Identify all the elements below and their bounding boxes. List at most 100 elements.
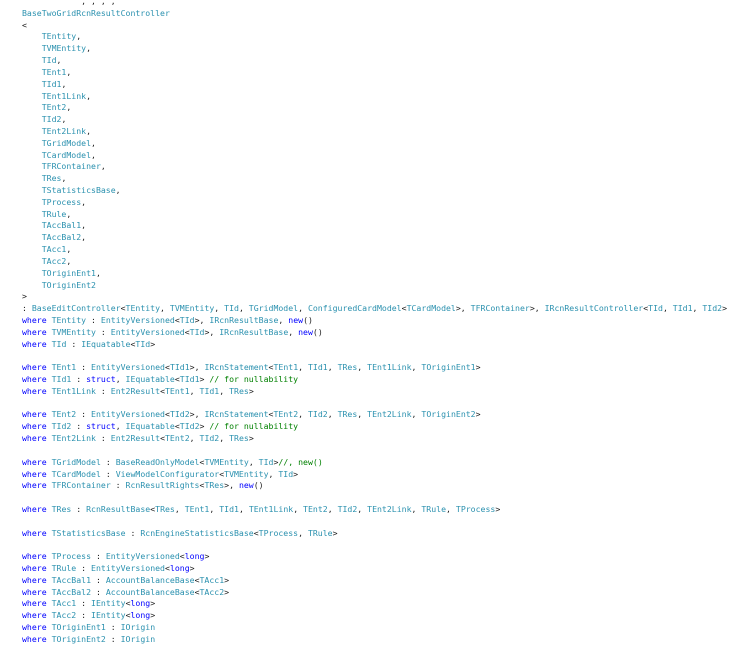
code-line: where TProcess : EntityVersioned<long> <box>0 551 752 563</box>
plain-token: : <box>110 480 126 491</box>
code-line: where TId : IEquatable<TId> <box>0 339 752 351</box>
type-token: TId2 <box>337 503 358 514</box>
plain-token: , <box>214 303 225 314</box>
code-line: TEnt1Link, <box>0 91 752 103</box>
code-line: where TId1 : struct, IEquatable<TId1> //… <box>0 374 752 386</box>
type-token: TAccBal1 <box>51 574 92 585</box>
type-token: IEquatable <box>125 374 175 384</box>
keyword-token: where <box>22 362 47 373</box>
code-line: TOriginEnt1, <box>0 268 752 280</box>
keyword-token: long <box>184 551 205 562</box>
type-token: TRule <box>307 527 333 538</box>
code-line: where TId2 : struct, IEquatable<TId2> //… <box>0 421 752 433</box>
type-token: TAccBal1 <box>41 220 82 231</box>
type-token: TId2 <box>169 409 190 420</box>
plain-token: , <box>411 409 422 420</box>
type-token: TEnt2 <box>273 409 299 420</box>
plain-token: > <box>189 563 195 573</box>
type-token: TId <box>278 468 294 479</box>
plain-token: , <box>76 31 82 42</box>
type-token: TGridModel <box>41 137 92 148</box>
type-token: TGridModel <box>248 303 299 314</box>
type-token: TProcess <box>51 551 92 562</box>
plain-token: : <box>100 456 116 467</box>
type-token: TId2 <box>41 114 62 125</box>
plain-token: , <box>66 66 72 77</box>
plain-token: , <box>86 125 92 136</box>
type-token: TEnt2Link <box>51 433 96 444</box>
type-token: TEnt2 <box>41 102 67 113</box>
code-line: TProcess, <box>0 197 752 209</box>
type-token: IRcnStatement <box>204 409 269 420</box>
keyword-token: long <box>169 563 190 573</box>
type-token: TOriginEnt2 <box>421 409 476 420</box>
code-line: TStatisticsBase, <box>0 185 752 197</box>
plain-token: , <box>357 409 368 420</box>
type-token: TEnt2Link <box>41 125 87 136</box>
type-token: TStatisticsBase <box>41 185 116 195</box>
type-token: TEntity <box>125 303 161 314</box>
code-line: TOriginEnt2 <box>0 280 752 292</box>
type-token: AccountBalanceBase <box>105 586 195 597</box>
keyword-token: long <box>130 610 151 621</box>
type-token: TRule <box>421 503 447 514</box>
type-token: TId <box>189 326 205 337</box>
code-line: TRule, <box>0 209 752 221</box>
type-token: TAcc2 <box>199 586 225 597</box>
type-token: IOrigin <box>120 622 156 633</box>
plain-token: , <box>160 303 170 314</box>
code-line: where TRule : EntityVersioned<long> <box>0 563 752 575</box>
code-line: where TEnt2Link : Ent2Result<TEnt2, TId2… <box>0 433 752 445</box>
plain-token: : <box>105 633 121 644</box>
keyword-token: where <box>22 314 47 325</box>
plain-token: < <box>22 19 27 30</box>
type-token: TEntity <box>41 31 77 42</box>
comment-token: //, new() <box>278 456 323 467</box>
plain-token: , <box>327 362 338 373</box>
keyword-token: where <box>22 563 47 573</box>
code-editor[interactable]: , , , , BaseTwoGridRcnResultController < T… <box>0 0 752 647</box>
type-token: TRes <box>204 480 225 491</box>
type-token: TId <box>258 456 274 467</box>
plain-token: , <box>357 362 368 373</box>
code-line: where TCardModel : ViewModelConfigurator… <box>0 469 752 481</box>
type-token: TFRContainer <box>470 303 530 314</box>
code-line: where TEnt1 : EntityVersioned<TId1>, IRc… <box>0 362 752 374</box>
plain-token: , <box>692 303 703 314</box>
plain-token: , <box>56 55 62 66</box>
type-token: TId1 <box>51 374 72 384</box>
type-token: TEnt1 <box>51 362 77 373</box>
type-token: RcnResultBase <box>86 503 151 514</box>
type-token: ViewModelConfigurator <box>115 468 220 479</box>
code-line: TEnt2, <box>0 102 752 114</box>
plain-token: > <box>722 303 728 314</box>
type-token: TId <box>51 338 67 349</box>
plain-token: , <box>86 90 92 101</box>
plain-token: , <box>248 456 259 467</box>
type-token: TEnt1Link <box>51 385 96 396</box>
plain-token: , <box>66 255 72 266</box>
keyword-token: where <box>22 468 47 479</box>
plain-token: , <box>61 173 67 184</box>
keyword-token: where <box>22 622 47 633</box>
plain-token: > <box>22 291 27 302</box>
code-line: TId2, <box>0 114 752 126</box>
code-line: TAccBal1, <box>0 220 752 232</box>
plain-token: : <box>125 527 141 538</box>
plain-token: , <box>238 303 249 314</box>
type-token: TAcc1 <box>51 598 77 609</box>
type-token: TRes <box>229 433 249 444</box>
type-token: TId <box>224 303 239 314</box>
type-token: TEnt1 <box>273 362 299 373</box>
